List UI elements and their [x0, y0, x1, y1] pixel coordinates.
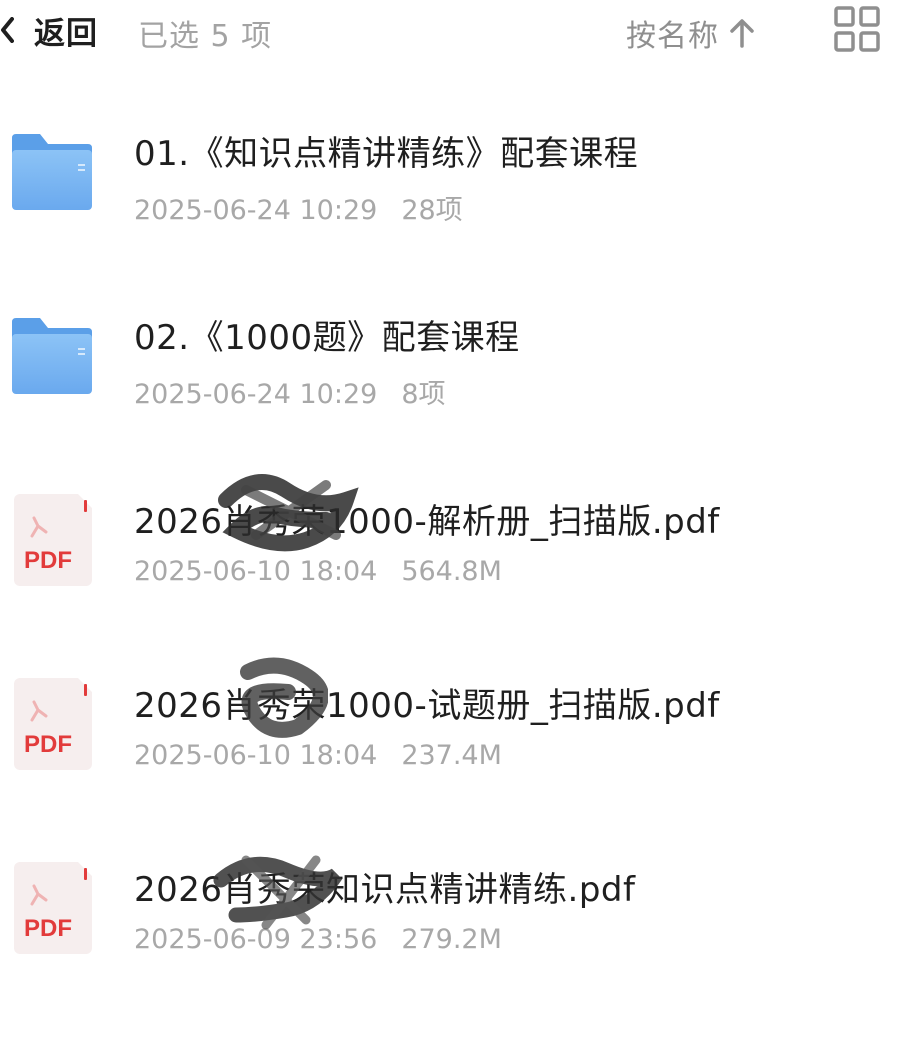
file-name: 2026肖秀荣1000-解析册_扫描版.pdf	[134, 502, 720, 542]
pdf-icon-label: PDF	[24, 547, 72, 574]
pdf-icon-label: PDF	[24, 731, 72, 758]
file-name: 2026肖秀荣1000-试题册_扫描版.pdf	[134, 686, 720, 726]
grid-view-button[interactable]	[834, 6, 880, 52]
list-item[interactable]: 02.《1000题》配套课程 2025-06-24 10:29 8项	[0, 284, 920, 434]
file-size: 28项	[401, 195, 463, 226]
sort-label: 按名称	[626, 19, 719, 54]
file-meta: 2025-06-24 10:29 28项	[134, 188, 463, 227]
selection-count: 已选 5 项	[138, 19, 273, 54]
folder-icon	[8, 130, 96, 226]
back-label: 返回	[34, 15, 98, 52]
list-item[interactable]: PDF 2026肖秀荣知识点精讲精练.pdf 2025-06-09 23:56 2…	[0, 836, 920, 986]
file-name: 2026肖秀荣知识点精讲精练.pdf	[134, 870, 636, 910]
top-bar: 返回 已选 5 项 按名称	[0, 0, 920, 62]
file-date: 2025-06-24 10:29	[134, 379, 378, 410]
chevron-left-icon	[1, 17, 14, 43]
sort-button[interactable]: 按名称	[626, 11, 755, 55]
back-button[interactable]: 返回	[0, 8, 98, 52]
list-item[interactable]: PDF 2026肖秀荣1000-解析册_扫描版.pdf 2025-06-10 1…	[0, 468, 920, 618]
grid-icon	[834, 6, 880, 52]
file-meta: 2025-06-24 10:29 8项	[134, 372, 446, 411]
list-item[interactable]: 01.《知识点精讲精练》配套课程 2025-06-24 10:29 28项	[0, 100, 920, 250]
file-size: 564.8M	[401, 556, 502, 587]
file-size: 279.2M	[401, 924, 502, 955]
file-size: 237.4M	[401, 740, 502, 771]
file-meta: 2025-06-10 18:04 237.4M	[134, 740, 502, 771]
file-date: 2025-06-24 10:29	[134, 195, 378, 226]
file-date: 2025-06-09 23:56	[134, 924, 378, 955]
file-name: 02.《1000题》配套课程	[134, 318, 520, 358]
file-meta: 2025-06-10 18:04 564.8M	[134, 556, 502, 587]
pdf-icon: PDF	[8, 860, 96, 956]
file-size: 8项	[401, 379, 446, 410]
pdf-icon-label: PDF	[24, 915, 72, 942]
folder-icon	[8, 314, 96, 410]
file-date: 2025-06-10 18:04	[134, 740, 378, 771]
arrow-up-icon	[730, 19, 754, 48]
file-name: 01.《知识点精讲精练》配套课程	[134, 134, 639, 174]
file-meta: 2025-06-09 23:56 279.2M	[134, 924, 502, 955]
pdf-icon: PDF	[8, 492, 96, 588]
list-item[interactable]: PDF 2026肖秀荣1000-试题册_扫描版.pdf 2025-06-10 1…	[0, 652, 920, 802]
file-date: 2025-06-10 18:04	[134, 556, 378, 587]
pdf-icon: PDF	[8, 676, 96, 772]
